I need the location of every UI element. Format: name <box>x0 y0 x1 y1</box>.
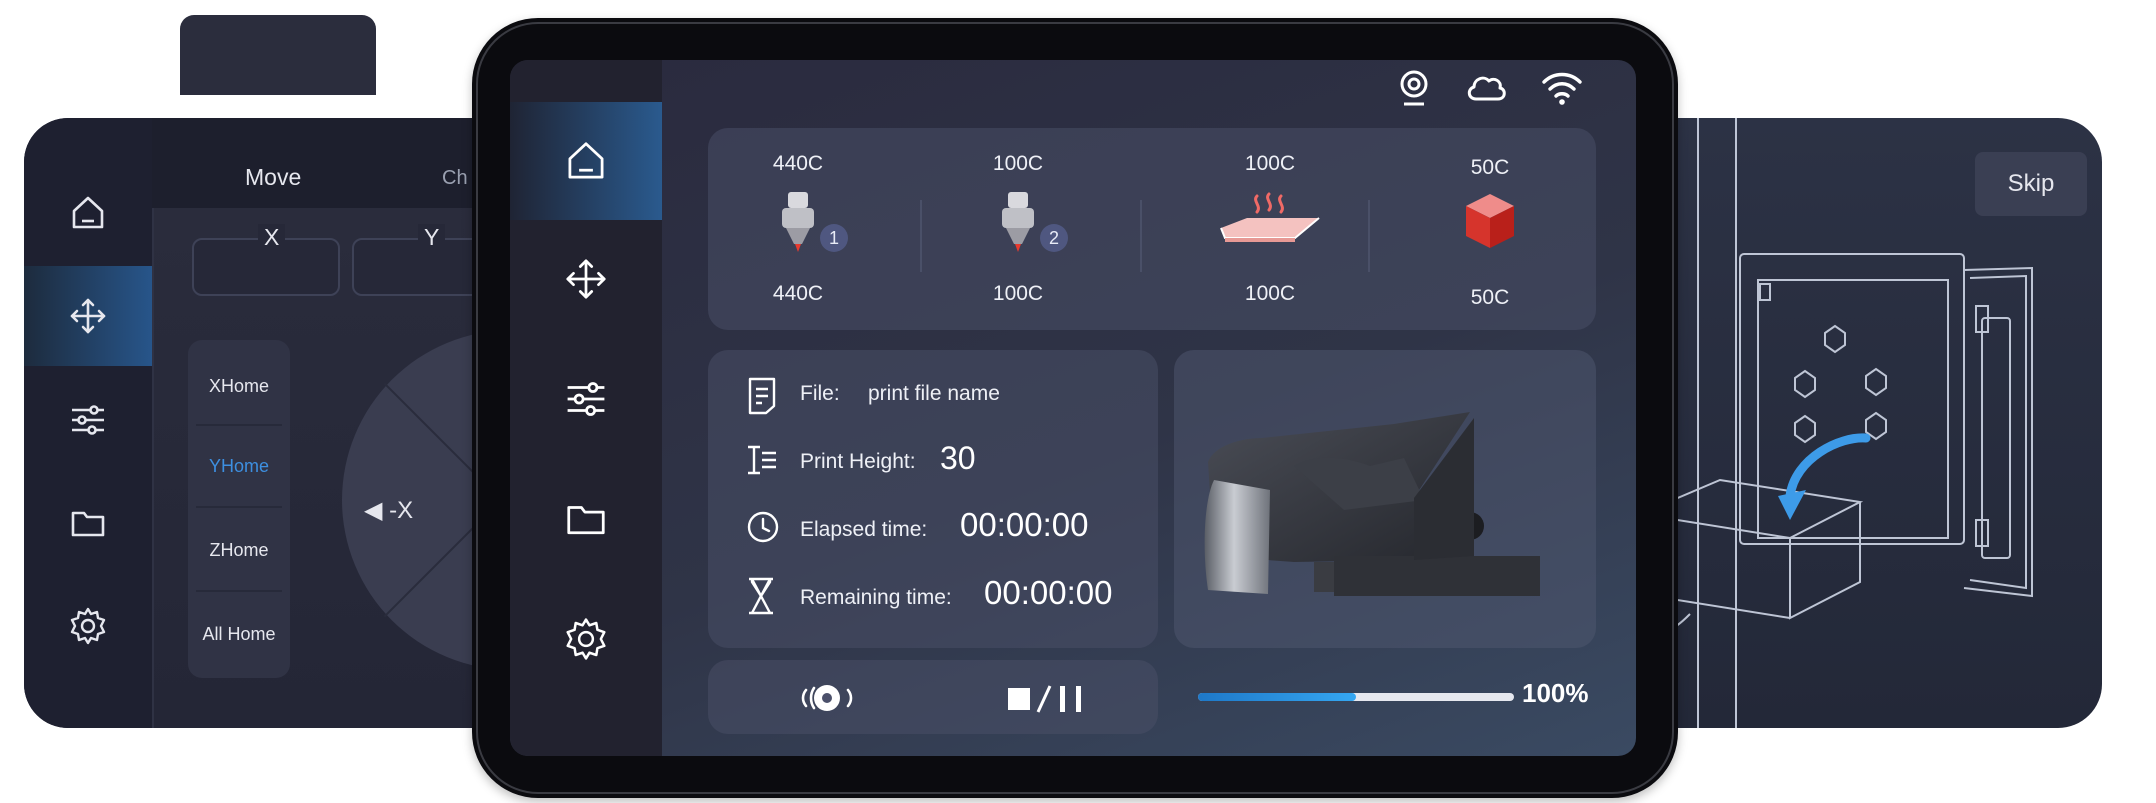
chamber-current-temp: 50C <box>1470 156 1510 179</box>
temp-chamber[interactable]: 50C 50C <box>1400 128 1580 330</box>
zhome-button[interactable]: ZHome <box>188 540 290 561</box>
remaining-time-value: 00:00:00 <box>984 574 1113 611</box>
print-control-card <box>708 660 1158 734</box>
sliders-icon <box>72 405 104 435</box>
extruder-badge: 2 <box>1040 224 1068 252</box>
print-height-icon <box>748 445 776 475</box>
xhome-button[interactable]: XHome <box>188 376 290 397</box>
model-preview <box>1174 350 1596 648</box>
extruder-1-target-temp: 440C <box>772 282 824 305</box>
camera-icon[interactable] <box>1396 68 1432 108</box>
clock-icon <box>747 511 779 543</box>
lp-nav-move[interactable] <box>24 266 152 366</box>
gear-icon <box>566 618 606 660</box>
lp-nav-home[interactable] <box>24 163 152 263</box>
divider <box>196 590 282 592</box>
x-axis-label: X <box>258 224 286 251</box>
print-height-value: 30 <box>940 440 976 476</box>
sidebar-item-home[interactable] <box>510 102 662 220</box>
bed-target-temp: 100C <box>1244 282 1296 305</box>
divider <box>196 424 282 426</box>
file-name: print file name <box>868 382 1000 405</box>
yhome-button[interactable]: YHome <box>188 456 290 477</box>
nozzle-icon <box>1002 192 1034 252</box>
temp-extruder-1[interactable]: 440C 1 440C <box>708 128 888 330</box>
home-icon <box>72 196 104 229</box>
divider <box>1140 200 1142 272</box>
sidebar-item-move[interactable] <box>510 220 662 338</box>
temp-extruder-2[interactable]: 100C 2 100C <box>928 128 1108 330</box>
status-bar <box>1396 68 1584 108</box>
bed-current-temp: 100C <box>1244 152 1296 175</box>
allhome-button[interactable]: All Home <box>188 624 290 645</box>
elapsed-time-label: Elapsed time: <box>800 518 928 541</box>
lp-nav-gear[interactable] <box>24 576 152 676</box>
divider <box>920 200 922 272</box>
temp-heated-bed[interactable]: 100C 100C <box>1170 128 1370 330</box>
tab-move[interactable] <box>180 15 376 95</box>
extruder-2-current-temp: 100C <box>992 152 1044 175</box>
printer-screen: 440C 1 440C 100C 2 100C 100C 100C 50C 50… <box>510 60 1636 756</box>
lp-tab-strip <box>152 118 482 208</box>
jog-minus-x-label[interactable]: ◀ -X <box>364 496 413 525</box>
move-icon <box>566 259 606 299</box>
file-icon <box>748 377 776 415</box>
extruder-2-target-temp: 100C <box>992 282 1044 305</box>
tab-second-label[interactable]: Ch <box>442 167 468 190</box>
model-preview-image <box>1204 412 1540 596</box>
home-buttons-column: XHome YHome ZHome All Home <box>188 340 290 678</box>
extruder-1-current-temp: 440C <box>772 152 824 175</box>
divider <box>1368 200 1370 272</box>
y-axis-label: Y <box>418 224 446 251</box>
folder-icon <box>71 511 105 537</box>
stop-pause-icon[interactable] <box>1004 682 1094 714</box>
speed-fan-icon[interactable] <box>792 680 862 716</box>
home-icon <box>568 142 604 179</box>
progress-percent: 100% <box>1522 678 1589 708</box>
progress-fill <box>1198 693 1356 701</box>
skip-button[interactable]: Skip <box>1975 152 2087 216</box>
chamber-target-temp: 50C <box>1470 286 1510 309</box>
lp-nav-files[interactable] <box>24 473 152 573</box>
elapsed-time-value: 00:00:00 <box>960 506 1089 543</box>
nozzle-icon <box>782 192 814 252</box>
sidebar-item-adjust[interactable] <box>510 340 662 458</box>
print-info-card: File: print file name Print Height: 30 E… <box>708 350 1158 648</box>
move-icon <box>70 298 106 334</box>
sidebar-item-files[interactable] <box>510 460 662 578</box>
lp-nav-settings-sliders[interactable] <box>24 370 152 470</box>
extruder-badge: 1 <box>820 224 848 252</box>
chamber-cube-icon <box>1466 194 1514 248</box>
wifi-icon[interactable] <box>1540 70 1584 106</box>
tab-move-label: Move <box>245 164 302 190</box>
heated-bed-icon <box>1220 192 1320 242</box>
sliders-icon <box>567 382 605 416</box>
print-height-label: Print Height: <box>800 450 916 473</box>
cloud-icon[interactable] <box>1464 71 1508 105</box>
temperature-card: 440C 1 440C 100C 2 100C 100C 100C 50C 50… <box>708 128 1596 330</box>
hourglass-icon <box>749 577 773 615</box>
file-label: File: <box>800 382 840 405</box>
gear-icon <box>70 607 106 645</box>
print-progress-bar <box>1198 693 1514 701</box>
remaining-time-label: Remaining time: <box>800 586 952 609</box>
divider <box>196 506 282 508</box>
sidebar-item-settings[interactable] <box>510 580 662 698</box>
folder-icon <box>567 506 605 535</box>
